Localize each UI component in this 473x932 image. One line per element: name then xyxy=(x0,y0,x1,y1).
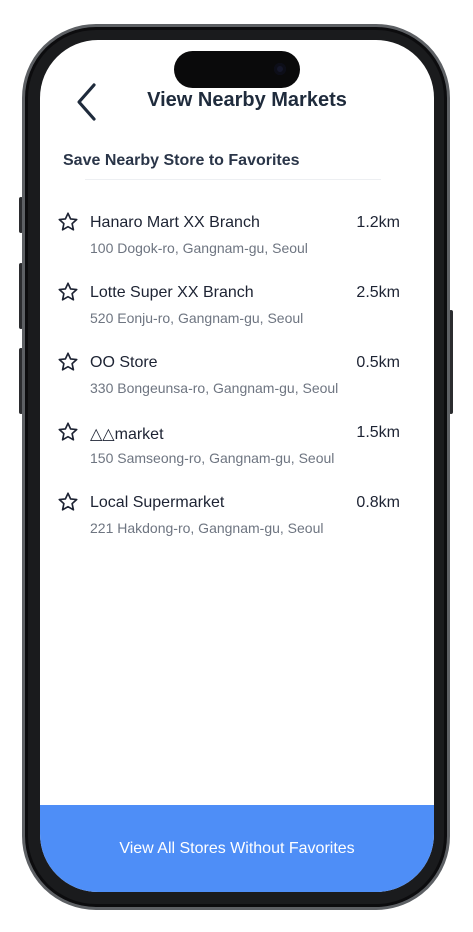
store-distance: 0.5km xyxy=(356,354,400,371)
star-outline-icon[interactable] xyxy=(57,211,79,233)
store-item[interactable]: △△market 1.5km 150 Samseong-ro, Gangnam-… xyxy=(40,418,434,488)
star-outline-icon[interactable] xyxy=(57,281,79,303)
star-outline-icon[interactable] xyxy=(57,421,79,443)
store-distance: 2.5km xyxy=(356,284,400,301)
back-button[interactable] xyxy=(70,80,102,124)
store-address: 520 Eonju-ro, Gangnam-gu, Seoul xyxy=(90,310,304,326)
store-item[interactable]: Lotte Super XX Branch 2.5km 520 Eonju-ro… xyxy=(40,278,434,348)
store-address: 150 Samseong-ro, Gangnam-gu, Seoul xyxy=(90,450,335,466)
store-address: 330 Bongeunsa-ro, Gangnam-gu, Seoul xyxy=(90,380,339,396)
section-title: Save Nearby Store to Favorites xyxy=(63,152,300,169)
store-distance: 0.8km xyxy=(356,494,400,511)
store-name: OO Store xyxy=(90,354,158,371)
phone-screen: View Nearby Markets Save Nearby Store to… xyxy=(40,40,434,892)
store-item[interactable]: Local Supermarket 0.8km 221 Hakdong-ro, … xyxy=(40,488,434,558)
page-title: View Nearby Markets xyxy=(147,89,347,111)
store-name: Hanaro Mart XX Branch xyxy=(90,214,260,231)
store-name: Local Supermarket xyxy=(90,494,225,511)
store-address: 100 Dogok-ro, Gangnam-gu, Seoul xyxy=(90,240,308,256)
view-all-stores-button[interactable]: View All Stores Without Favorites xyxy=(40,805,434,892)
store-name: Lotte Super XX Branch xyxy=(90,284,254,301)
store-address: 221 Hakdong-ro, Gangnam-gu, Seoul xyxy=(90,520,324,536)
chevron-left-icon xyxy=(77,83,96,121)
store-item[interactable]: OO Store 0.5km 330 Bongeunsa-ro, Gangnam… xyxy=(40,348,434,418)
star-outline-icon[interactable] xyxy=(57,351,79,373)
store-distance: 1.2km xyxy=(356,214,400,231)
store-distance: 1.5km xyxy=(356,424,400,441)
store-list: Hanaro Mart XX Branch 1.2km 100 Dogok-ro… xyxy=(40,208,434,558)
store-item[interactable]: Hanaro Mart XX Branch 1.2km 100 Dogok-ro… xyxy=(40,208,434,278)
front-camera xyxy=(274,63,286,75)
star-outline-icon[interactable] xyxy=(57,491,79,513)
divider xyxy=(85,179,381,180)
store-name: △△market xyxy=(90,426,164,443)
dynamic-island xyxy=(174,51,300,88)
